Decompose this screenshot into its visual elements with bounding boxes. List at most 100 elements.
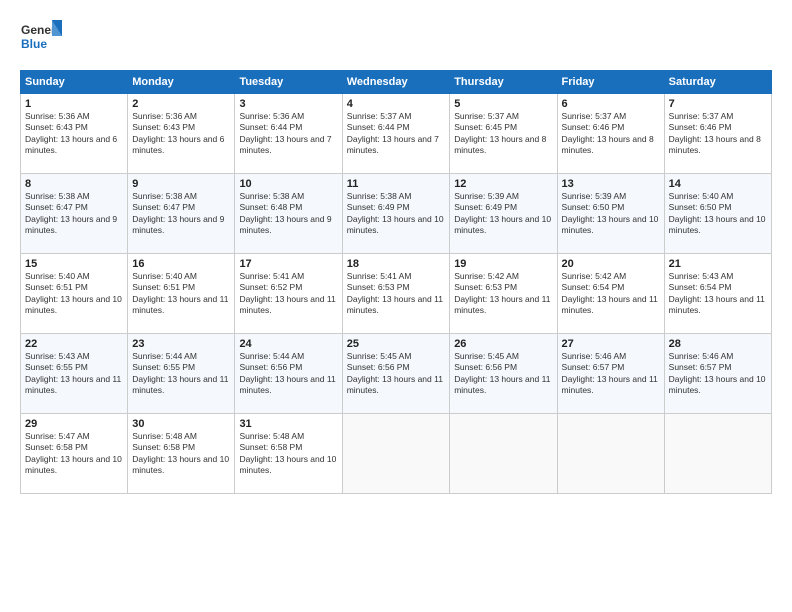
svg-text:Blue: Blue — [21, 37, 47, 51]
day-info: Sunrise: 5:43 AMSunset: 6:55 PMDaylight:… — [25, 351, 123, 397]
day-number: 31 — [239, 418, 337, 430]
day-number: 16 — [132, 258, 230, 270]
calendar-cell: 16Sunrise: 5:40 AMSunset: 6:51 PMDayligh… — [128, 254, 235, 334]
day-info: Sunrise: 5:41 AMSunset: 6:53 PMDaylight:… — [347, 271, 445, 317]
day-info: Sunrise: 5:36 AMSunset: 6:43 PMDaylight:… — [132, 111, 230, 157]
day-of-week-wednesday: Wednesday — [342, 71, 449, 94]
calendar-cell: 4Sunrise: 5:37 AMSunset: 6:44 PMDaylight… — [342, 94, 449, 174]
calendar-cell: 3Sunrise: 5:36 AMSunset: 6:44 PMDaylight… — [235, 94, 342, 174]
calendar-cell: 20Sunrise: 5:42 AMSunset: 6:54 PMDayligh… — [557, 254, 664, 334]
day-info: Sunrise: 5:37 AMSunset: 6:46 PMDaylight:… — [562, 111, 660, 157]
day-number: 23 — [132, 338, 230, 350]
page-header: General Blue — [20, 18, 772, 60]
calendar-cell: 18Sunrise: 5:41 AMSunset: 6:53 PMDayligh… — [342, 254, 449, 334]
day-number: 20 — [562, 258, 660, 270]
calendar-cell: 29Sunrise: 5:47 AMSunset: 6:58 PMDayligh… — [21, 414, 128, 494]
calendar-cell: 31Sunrise: 5:48 AMSunset: 6:58 PMDayligh… — [235, 414, 342, 494]
day-info: Sunrise: 5:38 AMSunset: 6:49 PMDaylight:… — [347, 191, 445, 237]
day-number: 3 — [239, 98, 337, 110]
day-number: 11 — [347, 178, 445, 190]
day-number: 24 — [239, 338, 337, 350]
day-info: Sunrise: 5:39 AMSunset: 6:50 PMDaylight:… — [562, 191, 660, 237]
calendar-cell: 25Sunrise: 5:45 AMSunset: 6:56 PMDayligh… — [342, 334, 449, 414]
calendar-table: SundayMondayTuesdayWednesdayThursdayFrid… — [20, 70, 772, 494]
day-number: 4 — [347, 98, 445, 110]
day-info: Sunrise: 5:38 AMSunset: 6:47 PMDaylight:… — [132, 191, 230, 237]
day-info: Sunrise: 5:38 AMSunset: 6:48 PMDaylight:… — [239, 191, 337, 237]
day-number: 30 — [132, 418, 230, 430]
calendar-cell: 11Sunrise: 5:38 AMSunset: 6:49 PMDayligh… — [342, 174, 449, 254]
day-number: 7 — [669, 98, 767, 110]
calendar-cell: 30Sunrise: 5:48 AMSunset: 6:58 PMDayligh… — [128, 414, 235, 494]
day-info: Sunrise: 5:47 AMSunset: 6:58 PMDaylight:… — [25, 431, 123, 477]
day-info: Sunrise: 5:43 AMSunset: 6:54 PMDaylight:… — [669, 271, 767, 317]
day-info: Sunrise: 5:37 AMSunset: 6:44 PMDaylight:… — [347, 111, 445, 157]
calendar-cell: 7Sunrise: 5:37 AMSunset: 6:46 PMDaylight… — [664, 94, 771, 174]
day-of-week-tuesday: Tuesday — [235, 71, 342, 94]
day-info: Sunrise: 5:46 AMSunset: 6:57 PMDaylight:… — [562, 351, 660, 397]
day-of-week-sunday: Sunday — [21, 71, 128, 94]
day-number: 14 — [669, 178, 767, 190]
calendar-cell — [342, 414, 449, 494]
day-info: Sunrise: 5:44 AMSunset: 6:56 PMDaylight:… — [239, 351, 337, 397]
day-number: 8 — [25, 178, 123, 190]
day-info: Sunrise: 5:46 AMSunset: 6:57 PMDaylight:… — [669, 351, 767, 397]
calendar-week-3: 15Sunrise: 5:40 AMSunset: 6:51 PMDayligh… — [21, 254, 772, 334]
calendar-cell: 10Sunrise: 5:38 AMSunset: 6:48 PMDayligh… — [235, 174, 342, 254]
day-of-week-friday: Friday — [557, 71, 664, 94]
calendar-header-row: SundayMondayTuesdayWednesdayThursdayFrid… — [21, 71, 772, 94]
day-number: 21 — [669, 258, 767, 270]
day-number: 13 — [562, 178, 660, 190]
calendar-cell: 5Sunrise: 5:37 AMSunset: 6:45 PMDaylight… — [450, 94, 557, 174]
day-number: 29 — [25, 418, 123, 430]
day-of-week-saturday: Saturday — [664, 71, 771, 94]
calendar-cell: 24Sunrise: 5:44 AMSunset: 6:56 PMDayligh… — [235, 334, 342, 414]
calendar-week-4: 22Sunrise: 5:43 AMSunset: 6:55 PMDayligh… — [21, 334, 772, 414]
calendar-cell: 15Sunrise: 5:40 AMSunset: 6:51 PMDayligh… — [21, 254, 128, 334]
day-number: 28 — [669, 338, 767, 350]
day-number: 22 — [25, 338, 123, 350]
day-number: 15 — [25, 258, 123, 270]
day-number: 26 — [454, 338, 552, 350]
day-info: Sunrise: 5:39 AMSunset: 6:49 PMDaylight:… — [454, 191, 552, 237]
calendar-cell: 6Sunrise: 5:37 AMSunset: 6:46 PMDaylight… — [557, 94, 664, 174]
calendar-cell: 14Sunrise: 5:40 AMSunset: 6:50 PMDayligh… — [664, 174, 771, 254]
day-number: 10 — [239, 178, 337, 190]
calendar-week-1: 1Sunrise: 5:36 AMSunset: 6:43 PMDaylight… — [21, 94, 772, 174]
calendar-cell — [450, 414, 557, 494]
day-info: Sunrise: 5:42 AMSunset: 6:53 PMDaylight:… — [454, 271, 552, 317]
day-info: Sunrise: 5:36 AMSunset: 6:44 PMDaylight:… — [239, 111, 337, 157]
day-number: 1 — [25, 98, 123, 110]
day-info: Sunrise: 5:48 AMSunset: 6:58 PMDaylight:… — [239, 431, 337, 477]
calendar-cell: 9Sunrise: 5:38 AMSunset: 6:47 PMDaylight… — [128, 174, 235, 254]
day-number: 18 — [347, 258, 445, 270]
calendar-cell: 21Sunrise: 5:43 AMSunset: 6:54 PMDayligh… — [664, 254, 771, 334]
day-number: 19 — [454, 258, 552, 270]
day-info: Sunrise: 5:38 AMSunset: 6:47 PMDaylight:… — [25, 191, 123, 237]
day-number: 12 — [454, 178, 552, 190]
calendar-cell: 28Sunrise: 5:46 AMSunset: 6:57 PMDayligh… — [664, 334, 771, 414]
day-number: 2 — [132, 98, 230, 110]
calendar-cell: 26Sunrise: 5:45 AMSunset: 6:56 PMDayligh… — [450, 334, 557, 414]
day-of-week-thursday: Thursday — [450, 71, 557, 94]
calendar-cell: 12Sunrise: 5:39 AMSunset: 6:49 PMDayligh… — [450, 174, 557, 254]
day-number: 17 — [239, 258, 337, 270]
day-info: Sunrise: 5:45 AMSunset: 6:56 PMDaylight:… — [454, 351, 552, 397]
day-info: Sunrise: 5:48 AMSunset: 6:58 PMDaylight:… — [132, 431, 230, 477]
day-info: Sunrise: 5:41 AMSunset: 6:52 PMDaylight:… — [239, 271, 337, 317]
logo: General Blue — [20, 18, 62, 60]
day-number: 5 — [454, 98, 552, 110]
day-info: Sunrise: 5:36 AMSunset: 6:43 PMDaylight:… — [25, 111, 123, 157]
day-info: Sunrise: 5:37 AMSunset: 6:45 PMDaylight:… — [454, 111, 552, 157]
day-number: 25 — [347, 338, 445, 350]
calendar-cell: 2Sunrise: 5:36 AMSunset: 6:43 PMDaylight… — [128, 94, 235, 174]
calendar-cell: 19Sunrise: 5:42 AMSunset: 6:53 PMDayligh… — [450, 254, 557, 334]
calendar-cell: 8Sunrise: 5:38 AMSunset: 6:47 PMDaylight… — [21, 174, 128, 254]
calendar-cell — [557, 414, 664, 494]
calendar-cell: 23Sunrise: 5:44 AMSunset: 6:55 PMDayligh… — [128, 334, 235, 414]
calendar-cell: 22Sunrise: 5:43 AMSunset: 6:55 PMDayligh… — [21, 334, 128, 414]
day-info: Sunrise: 5:37 AMSunset: 6:46 PMDaylight:… — [669, 111, 767, 157]
calendar-week-2: 8Sunrise: 5:38 AMSunset: 6:47 PMDaylight… — [21, 174, 772, 254]
calendar-cell: 13Sunrise: 5:39 AMSunset: 6:50 PMDayligh… — [557, 174, 664, 254]
day-number: 27 — [562, 338, 660, 350]
